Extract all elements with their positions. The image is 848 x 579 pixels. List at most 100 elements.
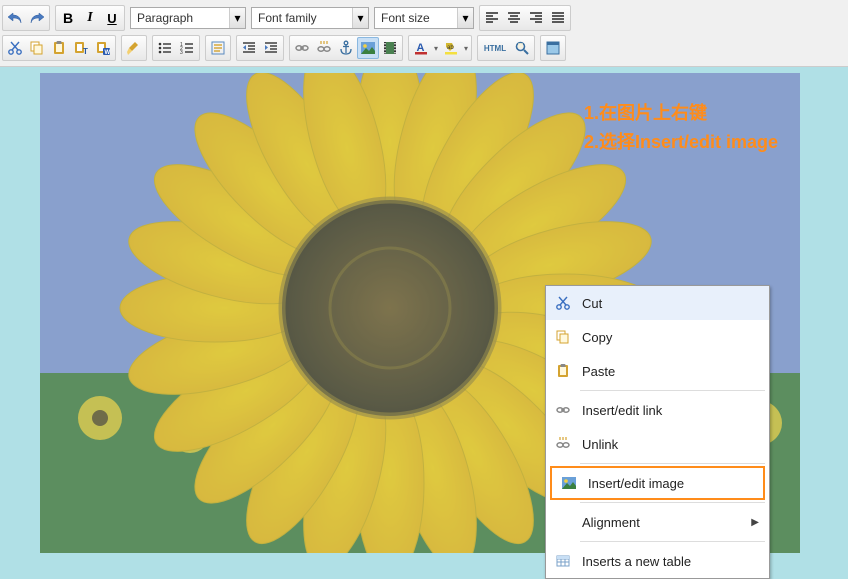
context-alignment-label: Alignment	[582, 515, 751, 530]
divider	[580, 463, 765, 464]
context-unlink-label: Unlink	[582, 437, 759, 452]
blockquote-button[interactable]	[207, 37, 229, 59]
fullscreen-button[interactable]	[542, 37, 564, 59]
annotation-line2: 2.选择Insert/edit image	[584, 128, 778, 157]
context-insert-link-label: Insert/edit link	[582, 403, 759, 418]
undo-button[interactable]	[4, 7, 26, 29]
link-icon	[294, 40, 310, 56]
annotation-line1: 1.在图片上右键	[584, 99, 778, 128]
content-area[interactable]: 1.在图片上右键 2.选择Insert/edit image Cut Copy …	[0, 67, 848, 567]
context-insert-image-highlight: Insert/edit image	[550, 466, 765, 500]
underline-button[interactable]: U	[101, 7, 123, 29]
context-insert-table[interactable]: Inserts a new table	[546, 544, 769, 578]
cut-button[interactable]	[4, 37, 26, 59]
preview-button[interactable]	[511, 37, 533, 59]
align-right-button[interactable]	[525, 7, 547, 29]
anchor-button[interactable]	[335, 37, 357, 59]
paste-word-icon: W	[95, 40, 111, 56]
context-paste-label: Paste	[582, 364, 759, 379]
context-insert-image[interactable]: Insert/edit image	[552, 468, 763, 498]
scissors-icon	[7, 40, 23, 56]
text-color-arrow[interactable]: ▾	[432, 44, 440, 53]
context-cut-label: Cut	[582, 296, 759, 311]
unlink-icon	[316, 40, 332, 56]
chevron-down-icon: ▾	[352, 8, 368, 28]
indent-button[interactable]	[260, 37, 282, 59]
annotation-text: 1.在图片上右键 2.选择Insert/edit image	[584, 99, 778, 157]
context-copy-label: Copy	[582, 330, 759, 345]
unlink-icon	[552, 433, 574, 455]
toolbar: B I U Paragraph ▾ Font family ▾ Font siz…	[0, 0, 848, 67]
svg-text:3: 3	[180, 50, 183, 56]
redo-button[interactable]	[26, 7, 48, 29]
broom-icon	[126, 40, 142, 56]
anchor-icon	[338, 40, 354, 56]
magnifier-icon	[514, 40, 530, 56]
paste-word-button[interactable]: W	[92, 37, 114, 59]
align-left-button[interactable]	[481, 7, 503, 29]
toolbar-row-1: B I U Paragraph ▾ Font family ▾ Font siz…	[2, 3, 846, 33]
copy-button[interactable]	[26, 37, 48, 59]
quote-group	[205, 35, 231, 61]
source-group: HTML	[477, 35, 535, 61]
image-button[interactable]	[357, 37, 379, 59]
font-family-label: Font family	[252, 11, 323, 25]
paste-button[interactable]	[48, 37, 70, 59]
remove-format-button[interactable]	[123, 37, 145, 59]
color-group: A ▾ ab ▾	[408, 35, 472, 61]
font-family-dropdown[interactable]: Font family ▾	[251, 7, 369, 29]
underline-icon: U	[107, 11, 116, 26]
paste-icon	[51, 40, 67, 56]
paste-icon	[552, 360, 574, 382]
html-button[interactable]: HTML	[479, 37, 511, 59]
chevron-down-icon: ▾	[457, 8, 473, 28]
paste-text-button[interactable]: T	[70, 37, 92, 59]
context-cut[interactable]: Cut	[546, 286, 769, 320]
number-list-button[interactable]: 123	[176, 37, 198, 59]
context-paste[interactable]: Paste	[546, 354, 769, 388]
media-button[interactable]	[379, 37, 401, 59]
clipboard-group: T W	[2, 35, 116, 61]
indent-group	[236, 35, 284, 61]
bullet-list-button[interactable]	[154, 37, 176, 59]
unlink-button[interactable]	[313, 37, 335, 59]
link-button[interactable]	[291, 37, 313, 59]
bg-color-button[interactable]: ab	[440, 37, 462, 59]
context-alignment[interactable]: Alignment ▶	[546, 505, 769, 539]
bg-color-arrow[interactable]: ▾	[462, 44, 470, 53]
paragraph-label: Paragraph	[131, 11, 199, 25]
italic-button[interactable]: I	[79, 7, 101, 29]
html-icon: HTML	[484, 44, 506, 53]
bold-button[interactable]: B	[57, 7, 79, 29]
text-color-button[interactable]: A	[410, 37, 432, 59]
editor-container: B I U Paragraph ▾ Font family ▾ Font siz…	[0, 0, 848, 567]
svg-text:W: W	[105, 50, 111, 56]
font-size-label: Font size	[375, 11, 436, 25]
copy-icon	[552, 326, 574, 348]
bold-icon: B	[63, 10, 73, 26]
copy-icon	[29, 40, 45, 56]
context-copy[interactable]: Copy	[546, 320, 769, 354]
toolbar-row-2: T W 123	[2, 33, 846, 63]
outdent-button[interactable]	[238, 37, 260, 59]
image-icon	[360, 40, 376, 56]
context-insert-image-label: Insert/edit image	[588, 476, 753, 491]
divider	[580, 502, 765, 503]
divider	[580, 390, 765, 391]
svg-text:T: T	[83, 47, 88, 56]
context-insert-link[interactable]: Insert/edit link	[546, 393, 769, 427]
align-justify-button[interactable]	[547, 7, 569, 29]
chevron-down-icon: ▾	[229, 8, 245, 28]
chevron-right-icon: ▶	[751, 517, 759, 528]
font-size-dropdown[interactable]: Font size ▾	[374, 7, 474, 29]
film-icon	[382, 40, 398, 56]
paragraph-dropdown[interactable]: Paragraph ▾	[130, 7, 246, 29]
context-unlink[interactable]: Unlink	[546, 427, 769, 461]
align-center-button[interactable]	[503, 7, 525, 29]
format-clear-group	[121, 35, 147, 61]
fullscreen-group	[540, 35, 566, 61]
undo-redo-group	[2, 5, 50, 31]
scissors-icon	[552, 292, 574, 314]
paste-text-icon: T	[73, 40, 89, 56]
svg-text:ab: ab	[447, 45, 454, 51]
